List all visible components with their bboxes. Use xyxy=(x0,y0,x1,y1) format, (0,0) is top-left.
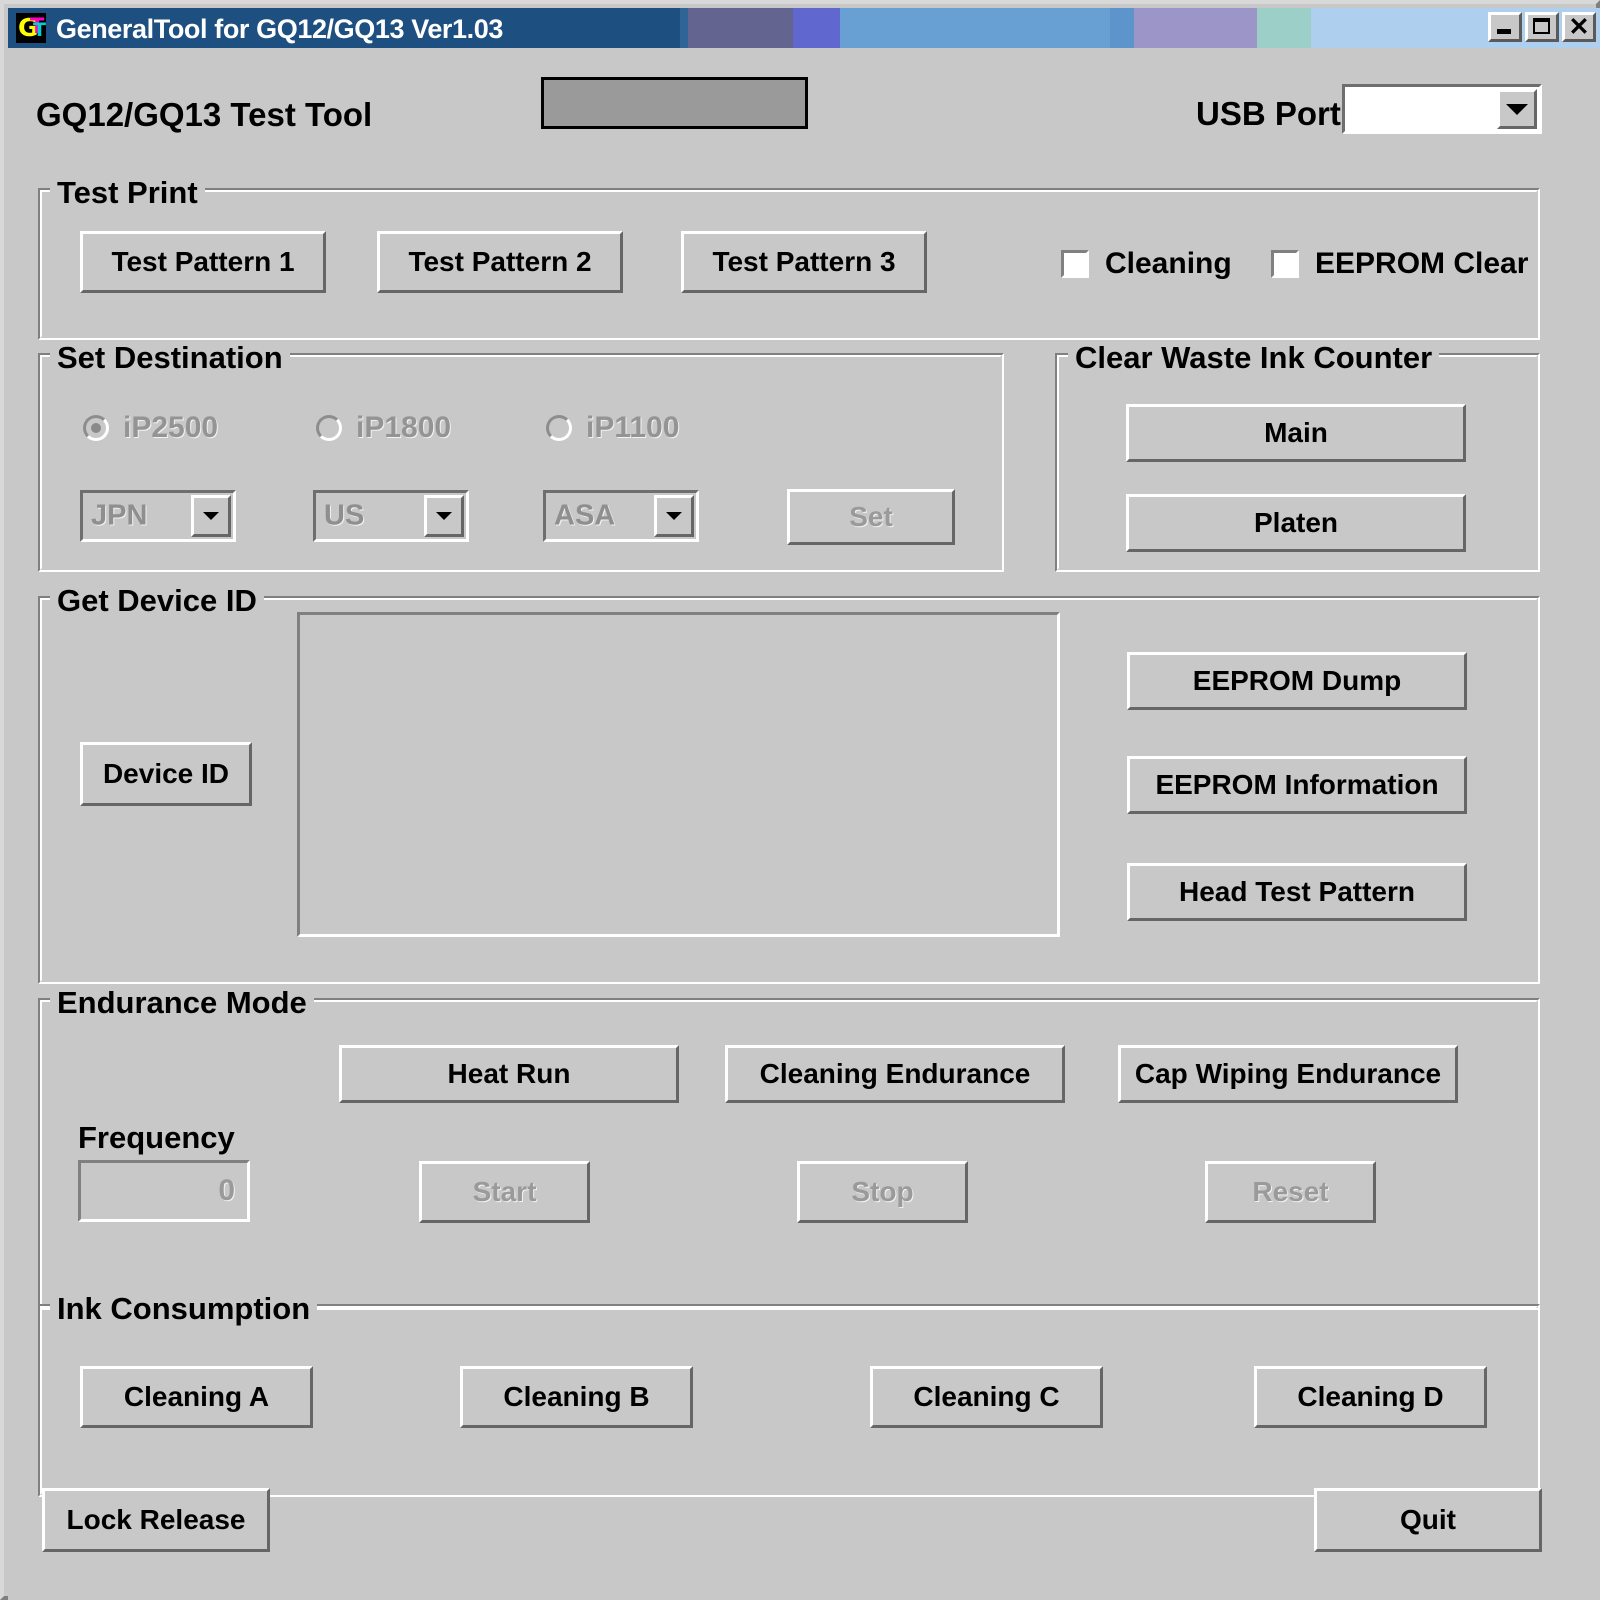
lock-release-button[interactable]: Lock Release xyxy=(42,1488,270,1552)
eeprom-dump-button[interactable]: EEPROM Dump xyxy=(1127,652,1467,710)
quit-button[interactable]: Quit xyxy=(1314,1488,1542,1552)
radio-ip1100[interactable] xyxy=(546,415,572,441)
endurance-start-button[interactable]: Start xyxy=(419,1161,590,1223)
chevron-down-icon xyxy=(1506,103,1528,115)
client-area: GQ12/GQ13 Test Tool USB Port Test Print … xyxy=(8,48,1600,1600)
radio-ip1100-row[interactable]: iP1100 xyxy=(546,411,679,445)
titlebar-band xyxy=(1257,8,1311,48)
cleaning-c-button[interactable]: Cleaning C xyxy=(870,1366,1103,1428)
cleaning-checkbox[interactable] xyxy=(1061,250,1089,278)
cleaning-b-button[interactable]: Cleaning B xyxy=(460,1366,693,1428)
test-pattern-3-button[interactable]: Test Pattern 3 xyxy=(681,231,927,293)
titlebar-band xyxy=(793,8,840,48)
frequency-label: Frequency xyxy=(78,1120,235,1155)
titlebar-band xyxy=(680,8,688,48)
cleaning-a-button[interactable]: Cleaning A xyxy=(80,1366,313,1428)
cleaning-checkbox-row[interactable]: Cleaning xyxy=(1061,247,1232,281)
endurance-mode-group-title: Endurance Mode xyxy=(50,985,314,1021)
radio-ip1800-label: iP1800 xyxy=(356,411,452,444)
eeprom-clear-checkbox-label: EEPROM Clear xyxy=(1315,247,1529,280)
frequency-input[interactable]: 0 xyxy=(78,1160,250,1222)
waste-ink-main-button[interactable]: Main xyxy=(1126,404,1466,462)
title-bar[interactable]: G T T GeneralTool for GQ12/GQ13 Ver1.03 … xyxy=(8,8,1600,48)
test-pattern-2-button[interactable]: Test Pattern 2 xyxy=(377,231,623,293)
titlebar-band xyxy=(840,8,1110,48)
radio-ip2500-row[interactable]: iP2500 xyxy=(83,411,218,445)
maximize-button[interactable] xyxy=(1525,12,1559,42)
status-panel xyxy=(541,77,808,129)
window-controls: ✕ xyxy=(1488,12,1596,42)
cleaning-checkbox-label: Cleaning xyxy=(1105,247,1232,280)
close-icon: ✕ xyxy=(1568,13,1590,41)
head-test-pattern-button[interactable]: Head Test Pattern xyxy=(1127,863,1467,921)
frequency-value: 0 xyxy=(218,1174,235,1207)
destination-combo-asa-value: ASA xyxy=(554,499,616,532)
titlebar-band xyxy=(1110,8,1134,48)
cleaning-endurance-button[interactable]: Cleaning Endurance xyxy=(725,1045,1065,1103)
destination-combo-asa-arrow[interactable] xyxy=(654,495,694,537)
get-device-id-group-title: Get Device ID xyxy=(50,583,264,619)
endurance-reset-button[interactable]: Reset xyxy=(1205,1161,1376,1223)
app-icon-letter-t-cyan: T xyxy=(33,19,46,41)
usb-port-combobox[interactable] xyxy=(1342,84,1542,134)
destination-combo-us-value: US xyxy=(324,499,365,532)
destination-combo-asa[interactable]: ASA xyxy=(543,490,699,542)
minimize-icon xyxy=(1497,29,1511,34)
eeprom-information-button[interactable]: EEPROM Information xyxy=(1127,756,1467,814)
app-subtitle: GQ12/GQ13 Test Tool xyxy=(36,96,373,133)
destination-combo-jpn-arrow[interactable] xyxy=(191,495,231,537)
chevron-down-icon xyxy=(436,512,452,520)
radio-ip1800[interactable] xyxy=(316,415,342,441)
device-id-button[interactable]: Device ID xyxy=(80,742,252,806)
titlebar-band xyxy=(1134,8,1257,48)
device-id-output[interactable] xyxy=(297,612,1060,937)
close-button[interactable]: ✕ xyxy=(1562,12,1596,42)
eeprom-clear-checkbox-row[interactable]: EEPROM Clear xyxy=(1271,247,1528,281)
maximize-icon xyxy=(1533,18,1550,34)
test-print-group-title: Test Print xyxy=(50,175,205,211)
heat-run-button[interactable]: Heat Run xyxy=(339,1045,679,1103)
destination-combo-jpn[interactable]: JPN xyxy=(80,490,236,542)
radio-ip1800-row[interactable]: iP1800 xyxy=(316,411,451,445)
ink-consumption-group-title: Ink Consumption xyxy=(50,1291,318,1327)
usb-port-label: USB Port xyxy=(1196,95,1341,132)
app-icon[interactable]: G T T xyxy=(16,13,46,43)
destination-combo-jpn-value: JPN xyxy=(91,499,148,532)
radio-ip2500[interactable] xyxy=(83,415,109,441)
application-window: G T T GeneralTool for GQ12/GQ13 Ver1.03 … xyxy=(0,0,1600,1600)
minimize-button[interactable] xyxy=(1488,12,1522,42)
waste-ink-platen-button[interactable]: Platen xyxy=(1126,494,1466,552)
chevron-down-icon xyxy=(666,512,682,520)
radio-ip1100-label: iP1100 xyxy=(586,411,680,444)
window-title: GeneralTool for GQ12/GQ13 Ver1.03 xyxy=(56,14,503,44)
radio-ip2500-label: iP2500 xyxy=(123,411,219,444)
usb-port-dropdown-arrow[interactable] xyxy=(1497,89,1537,129)
set-destination-set-button[interactable]: Set xyxy=(787,489,955,545)
clear-waste-ink-counter-group-title: Clear Waste Ink Counter xyxy=(1068,340,1440,376)
set-destination-group-title: Set Destination xyxy=(50,340,290,376)
eeprom-clear-checkbox[interactable] xyxy=(1271,250,1299,278)
titlebar-band xyxy=(688,8,793,48)
endurance-stop-button[interactable]: Stop xyxy=(797,1161,968,1223)
destination-combo-us-arrow[interactable] xyxy=(424,495,464,537)
chevron-down-icon xyxy=(203,512,219,520)
destination-combo-us[interactable]: US xyxy=(313,490,469,542)
cap-wiping-endurance-button[interactable]: Cap Wiping Endurance xyxy=(1118,1045,1458,1103)
test-pattern-1-button[interactable]: Test Pattern 1 xyxy=(80,231,326,293)
cleaning-d-button[interactable]: Cleaning D xyxy=(1254,1366,1487,1428)
